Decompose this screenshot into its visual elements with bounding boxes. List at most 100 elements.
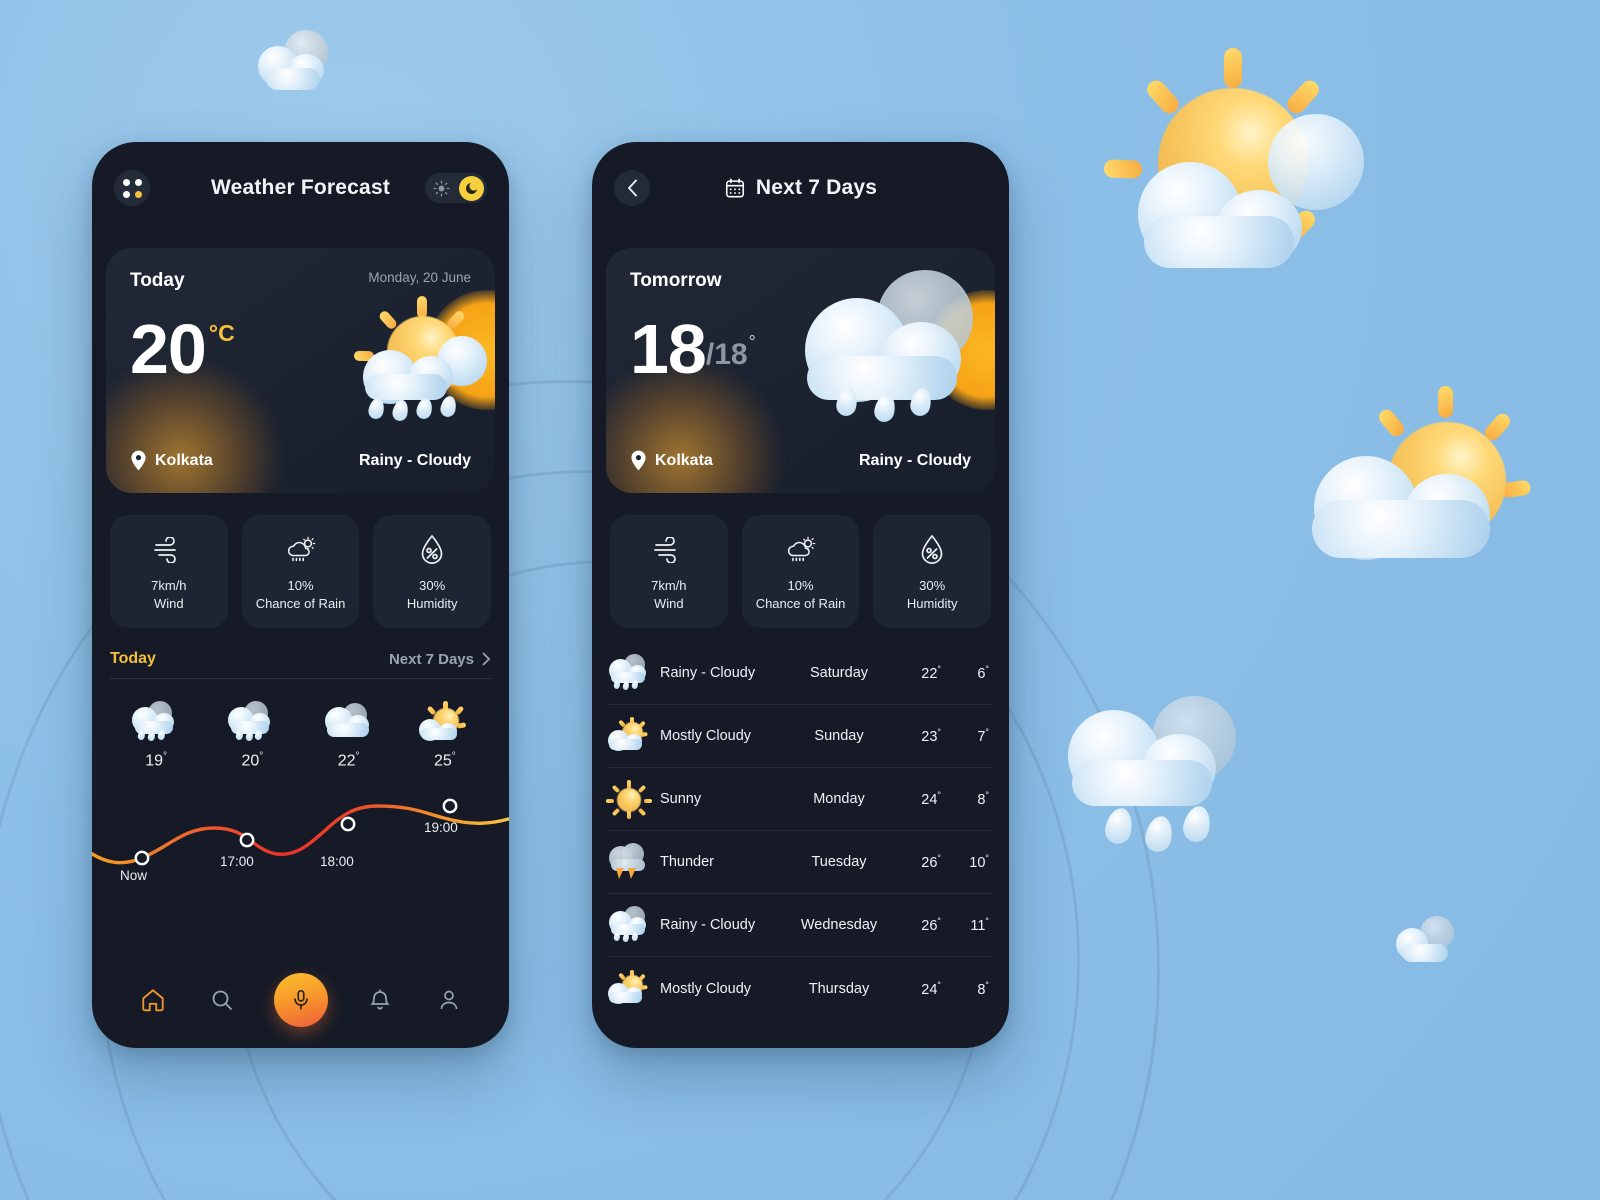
temperature-unit: ° xyxy=(748,332,756,352)
hourly-temp: 20° xyxy=(241,751,264,770)
tab-today[interactable]: Today xyxy=(110,650,156,668)
stat-value-rain: 10% xyxy=(287,578,314,593)
stat-value-wind: 7km/h xyxy=(651,578,687,593)
stat-card-rain[interactable]: 10% Chance of Rain xyxy=(241,515,360,629)
chart-label-17: 17:00 xyxy=(220,854,254,870)
wind-icon xyxy=(153,533,185,567)
decorative-sun-cloud-icon xyxy=(1090,40,1380,290)
table-row[interactable]: Mostly Cloudy Sunday 23° 7° xyxy=(608,705,993,769)
header-right: Next 7 Days xyxy=(592,142,1009,234)
bottom-nav xyxy=(92,952,509,1048)
forecast-day: Tuesday xyxy=(811,854,867,871)
sun-cloud-icon xyxy=(418,701,471,745)
sun-cloud-rain-icon xyxy=(335,294,487,434)
table-row[interactable]: Rainy - Cloudy Wednesday 26° 11° xyxy=(608,894,993,958)
forecast-day: Saturday xyxy=(809,665,869,682)
stat-label-humidity: Humidity xyxy=(906,595,958,611)
stat-card-wind[interactable]: 7km/h Wind xyxy=(110,515,228,629)
table-row[interactable]: Sunny Monday 24° 8° xyxy=(606,768,993,832)
today-hero-card[interactable]: Today Monday, 20 June 20 °C Kolkata Rain… xyxy=(106,248,495,493)
chart-label-18: 18:00 xyxy=(320,854,354,870)
stat-card-humidity[interactable]: 30% Humidity xyxy=(373,515,492,629)
forecast-condition: Rainy - Cloudy xyxy=(660,917,756,934)
forecast-high: 24° xyxy=(921,790,941,808)
stats-row-left: 7km/h Wind 10% Chance of Rain 30% Humidi… xyxy=(92,493,509,629)
current-temperature: 20 xyxy=(130,310,207,388)
hourly-forecast-row: 19° 20° 22° 25° xyxy=(92,679,509,770)
tab-next-7-days-label: Next 7 Days xyxy=(388,650,474,668)
forecast-high: 26° xyxy=(921,916,941,934)
forecast-condition: Sunny xyxy=(660,791,702,808)
rain-cloud-sun-icon xyxy=(784,533,818,567)
sun-cloud-icon xyxy=(608,717,652,755)
nav-notifications-button[interactable] xyxy=(363,983,397,1017)
user-icon xyxy=(440,990,457,1010)
sun-icon xyxy=(606,780,652,820)
tab-next-7-days[interactable]: Next 7 Days xyxy=(389,651,491,668)
table-row[interactable]: Thunder Tuesday 26° 10° xyxy=(608,831,993,895)
hero-label: Today xyxy=(130,270,185,291)
nav-mic-button[interactable] xyxy=(273,973,328,1027)
rain-cloud-sun-icon xyxy=(284,533,318,567)
forecast-low: 10° xyxy=(969,853,989,871)
cloud-icon xyxy=(323,701,375,745)
sun-cloud-icon xyxy=(608,969,652,1008)
forecast-day: Wednesday xyxy=(800,917,878,934)
forecast-day: Thursday xyxy=(808,980,870,997)
phone-screen-next-7-days: Next 7 Days Tomorrow 18 /18 ° Kolkata Ra… xyxy=(592,142,1009,1048)
page-title-right-label: Next 7 Days xyxy=(755,176,878,199)
back-button[interactable] xyxy=(614,170,650,206)
forecast-day: Sunday xyxy=(814,728,864,745)
seven-day-forecast-list: Rainy - Cloudy Saturday 22° 6° Mostly Cl… xyxy=(592,628,1009,1020)
table-row[interactable]: Mostly Cloudy Thursday 24° 8° xyxy=(608,957,993,1020)
search-icon xyxy=(212,990,232,1010)
bell-icon xyxy=(369,989,390,1010)
nav-search-button[interactable] xyxy=(205,983,239,1017)
grid-dots-icon xyxy=(122,178,142,198)
forecast-day: Monday xyxy=(813,791,865,808)
wind-icon xyxy=(653,533,685,567)
hourly-item[interactable]: 22° xyxy=(316,701,382,770)
menu-button[interactable] xyxy=(114,170,150,206)
forecast-condition: Mostly Cloudy xyxy=(660,728,752,745)
forecast-condition: Mostly Cloudy xyxy=(660,980,752,997)
humidity-drop-icon xyxy=(919,533,945,567)
forecast-low: 8° xyxy=(977,979,989,998)
hourly-item[interactable]: 25° xyxy=(412,701,478,770)
hourly-temperature-chart: Now 17:00 18:00 19:00 xyxy=(92,784,509,912)
table-row[interactable]: Rainy - Cloudy Saturday 22° 6° xyxy=(608,642,993,706)
forecast-high: 26° xyxy=(921,853,941,871)
hourly-item[interactable]: 20° xyxy=(219,701,285,770)
forecast-condition: Rainy - Cloudy xyxy=(660,665,756,682)
forecast-low: 7° xyxy=(977,727,989,745)
nav-home-button[interactable] xyxy=(136,983,170,1017)
hourly-temp: 25° xyxy=(433,751,456,770)
chart-label-19: 19:00 xyxy=(424,820,458,836)
forecast-high: 22° xyxy=(921,664,941,682)
stat-card-wind[interactable]: 7km/h Wind xyxy=(610,515,728,629)
stat-value-humidity: 30% xyxy=(419,578,446,593)
rain-cloud-icon xyxy=(130,701,182,745)
humidity-drop-icon xyxy=(419,533,445,567)
stat-label-rain: Chance of Rain xyxy=(755,595,846,611)
forecast-high: 24° xyxy=(921,979,941,998)
forecast-low: 6° xyxy=(977,664,989,682)
stat-card-humidity[interactable]: 30% Humidity xyxy=(873,515,992,629)
forecast-high: 23° xyxy=(921,727,941,745)
forecast-tabs: Today Next 7 Days xyxy=(92,628,509,678)
mic-icon xyxy=(293,990,308,1010)
calendar-icon xyxy=(725,178,744,198)
header-left: Weather Forecast xyxy=(92,142,509,234)
phone-screen-weather-forecast: Weather Forecast Today Monday, 20 June 2… xyxy=(92,142,509,1048)
stat-card-rain[interactable]: 10% Chance of Rain xyxy=(741,515,860,629)
nav-profile-button[interactable] xyxy=(432,983,466,1017)
hero-label: Tomorrow xyxy=(630,270,722,291)
theme-toggle[interactable] xyxy=(425,173,487,203)
rain-cloud-icon xyxy=(226,701,278,745)
rain-cloud-icon xyxy=(799,270,989,440)
hourly-item[interactable]: 19° xyxy=(123,701,189,770)
chevron-left-icon xyxy=(627,179,637,197)
toggle-knob xyxy=(459,175,484,201)
thunder-icon xyxy=(608,843,652,881)
tomorrow-hero-card[interactable]: Tomorrow 18 /18 ° Kolkata Rainy - Cloudy xyxy=(606,248,995,493)
